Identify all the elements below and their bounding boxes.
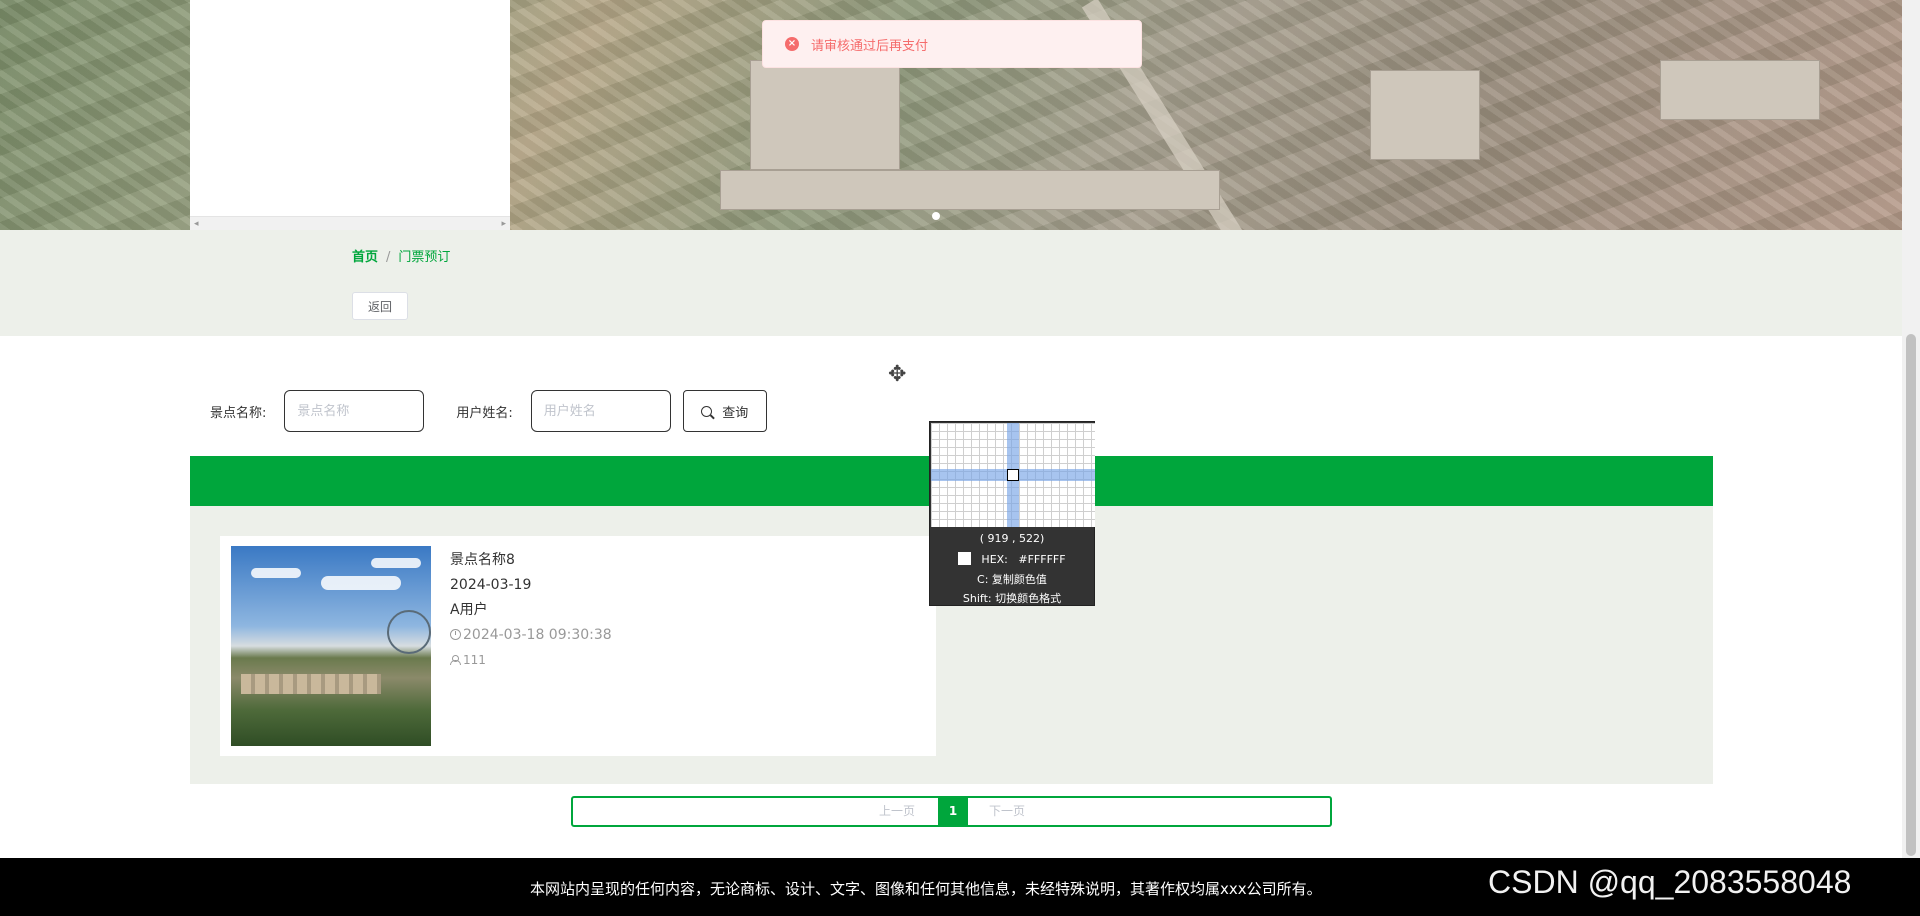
breadcrumb-separator: /: [386, 250, 391, 265]
attraction-thumbnail[interactable]: [231, 546, 431, 746]
picker-hex-label: HEX:: [981, 553, 1008, 566]
csdn-watermark: CSDN @qq_2083558048: [1488, 864, 1852, 900]
query-button-label: 查询: [722, 405, 749, 421]
user-icon: [450, 655, 461, 665]
error-toast: × 请审核通过后再支付: [762, 20, 1142, 68]
banner-building: [720, 170, 1220, 210]
search-form: 景点名称: 用户姓名: 查询: [210, 390, 767, 432]
picker-hex-value: #FFFFFF: [1018, 553, 1066, 566]
attraction-name-input[interactable]: [284, 390, 425, 432]
move-cursor-icon: ✥: [888, 362, 907, 387]
banner-building: [1660, 60, 1820, 120]
prev-page-button[interactable]: 上一页: [879, 798, 915, 825]
back-button[interactable]: 返回: [352, 292, 408, 320]
toast-message: 请审核通过后再支付: [811, 38, 929, 54]
scroll-right-arrow-icon[interactable]: ▸: [501, 217, 506, 231]
item-created-text: 2024-03-18 09:30:38: [463, 627, 612, 643]
list-item-info: 景点名称8 2024-03-19 A用户 2024-03-18 09:30:38…: [450, 548, 612, 673]
carousel-indicator-dot[interactable]: [932, 212, 940, 220]
item-user: A用户: [450, 602, 488, 618]
color-picker-overlay: ( 919 , 522) HEX: #FFFFFF C: 复制颜色值 Shift…: [929, 421, 1095, 606]
banner-building: [1370, 70, 1480, 160]
scrollbar-thumb[interactable]: [1906, 334, 1916, 856]
thumb-cloud: [371, 558, 421, 568]
thumb-buildings: [241, 674, 381, 694]
horizontal-scrollbar[interactable]: ◂ ▸: [190, 216, 510, 230]
search-icon: [701, 405, 713, 417]
thumb-cloud: [251, 568, 301, 578]
breadcrumb: 首页 / 门票预订: [352, 246, 450, 265]
item-created-time: 2024-03-18 09:30:38: [450, 623, 612, 648]
item-views: 111: [450, 648, 612, 673]
color-swatch: [958, 552, 972, 565]
query-button[interactable]: 查询: [682, 390, 767, 432]
footer: 本网站内呈现的任何内容，无论商标、设计、文字、图像和任何其他信息，未经特殊说明，…: [0, 858, 1920, 916]
thumb-cloud: [321, 576, 401, 590]
next-page-button[interactable]: 下一页: [989, 798, 1025, 825]
scroll-left-arrow-icon[interactable]: ◂: [194, 217, 199, 231]
user-name-input[interactable]: [530, 390, 671, 432]
breadcrumb-band: [0, 230, 1902, 336]
picker-hex-row: HEX: #FFFFFF: [930, 552, 1094, 566]
item-date: 2024-03-19: [450, 577, 532, 593]
picker-shift-hint: Shift: 切换颜色格式: [962, 592, 1062, 605]
page-number-1[interactable]: 1: [938, 798, 968, 825]
crosshair-center: [1007, 469, 1019, 481]
breadcrumb-home[interactable]: 首页: [352, 250, 378, 265]
error-circle-icon: ×: [785, 37, 799, 51]
picker-coords: ( 919 , 522): [979, 532, 1045, 545]
user-name-label: 用户姓名:: [456, 405, 513, 421]
left-scroll-panel: ◂ ▸: [190, 0, 510, 230]
item-title[interactable]: 景点名称8: [450, 548, 612, 573]
breadcrumb-current: 门票预订: [398, 250, 451, 265]
banner-building: [750, 60, 900, 170]
pagination: 上一页 1 下一页: [571, 796, 1332, 827]
vertical-scrollbar[interactable]: [1902, 0, 1920, 858]
clock-icon: [450, 629, 461, 640]
ferris-wheel-shape: [387, 610, 431, 654]
footer-copyright: 本网站内呈现的任何内容，无论商标、设计、文字、图像和任何其他信息，未经特殊说明，…: [530, 880, 1322, 898]
attraction-name-label: 景点名称:: [210, 405, 267, 421]
picker-copy-hint: C: 复制颜色值: [977, 573, 1047, 586]
item-views-count: 111: [463, 653, 486, 667]
